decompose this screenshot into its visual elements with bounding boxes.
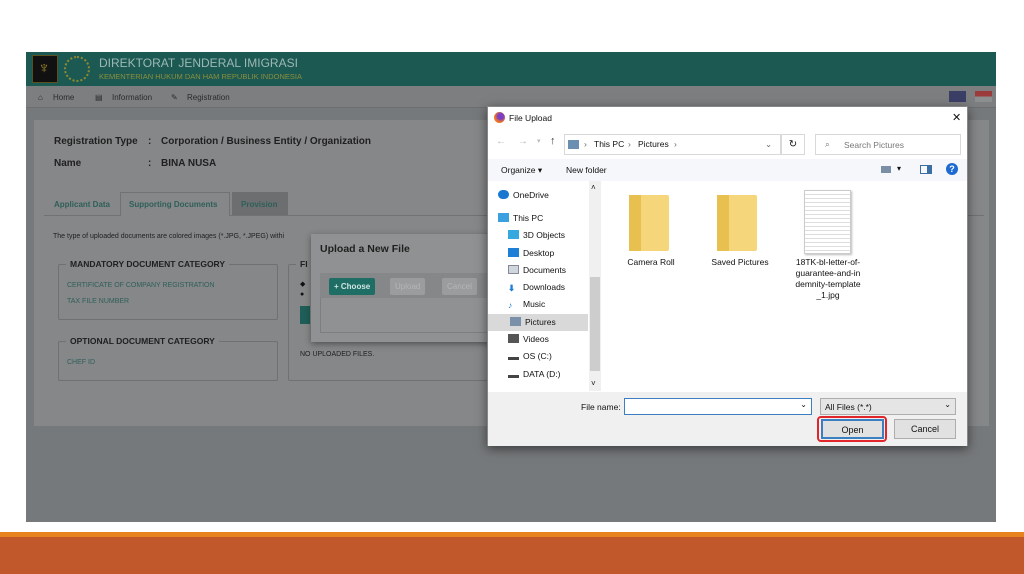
firefox-icon (494, 112, 505, 123)
chevron-down-icon[interactable]: ⌄ (800, 400, 807, 409)
recent-dropdown-icon[interactable]: ▾ (537, 137, 541, 145)
cloud-icon (498, 190, 509, 199)
folder-icon (717, 195, 757, 251)
name-label: Name (54, 158, 82, 169)
tab-applicant-data[interactable]: Applicant Data (54, 200, 110, 209)
open-button[interactable]: Open (821, 419, 884, 439)
address-bar[interactable]: › This PC › Pictures › ⌄ (564, 134, 781, 155)
file-name-label: File name: (581, 402, 621, 412)
name-value: BINA NUSA (161, 158, 217, 169)
refresh-icon[interactable]: ↻ (781, 134, 805, 155)
pictures-icon (510, 317, 521, 326)
nav-home[interactable]: Home (53, 93, 74, 102)
sidebar-item-this-pc[interactable]: This PC (498, 210, 596, 227)
video-icon (508, 334, 519, 343)
nav-registration[interactable]: Registration (187, 93, 230, 102)
no-files-text: NO UPLOADED FILES. (300, 351, 375, 358)
close-icon[interactable]: ✕ (952, 111, 961, 124)
music-icon: ♪ (508, 300, 513, 310)
upload-note: The type of uploaded documents are color… (53, 233, 285, 240)
breadcrumb-pictures[interactable]: Pictures (638, 139, 669, 149)
scroll-down-icon[interactable]: ˅ (591, 379, 596, 388)
view-icon[interactable] (881, 166, 891, 173)
up-icon[interactable]: ↑ (550, 135, 556, 147)
separator: : (148, 158, 152, 169)
immigration-logo: ♆ (32, 55, 58, 83)
organize-button[interactable]: Organize ▾ (501, 165, 542, 176)
file-item-folder[interactable] (706, 187, 772, 257)
desktop-icon (508, 248, 519, 257)
pictures-location-icon (568, 140, 579, 149)
file-item-label[interactable]: 18TK-bl-letter-of-guarantee-and-indemnit… (794, 257, 862, 301)
file-item-label[interactable]: Camera Roll (614, 257, 688, 267)
help-icon[interactable]: ? (946, 163, 958, 175)
doc-link[interactable]: CERTIFICATE OF COMPANY REGISTRATION (67, 282, 215, 289)
tab-provision[interactable]: Provision (241, 200, 277, 209)
back-icon[interactable]: ← (496, 136, 506, 147)
cancel-button[interactable]: Cancel (894, 419, 956, 439)
site-title: DIREKTORAT JENDERAL IMIGRASI (99, 56, 298, 70)
doc-link[interactable]: TAX FILE NUMBER (67, 298, 129, 305)
file-upload-dialog: File Upload ✕ ← → ▾ ↑ › This PC › Pictur… (487, 106, 968, 446)
nav-bar: ⌂ Home ▤ Information ✎ Registration (26, 86, 996, 108)
chevron-down-icon: ⌄ (944, 400, 951, 409)
forward-icon[interactable]: → (518, 136, 528, 147)
flag-id-icon[interactable] (975, 91, 992, 102)
pen-icon: ✎ (171, 93, 178, 102)
drive-icon (508, 351, 519, 360)
cube-icon (508, 230, 519, 239)
file-item-label[interactable]: Saved Pictures (702, 257, 778, 267)
add-file-button[interactable] (300, 306, 310, 324)
command-bar (488, 159, 967, 181)
file-name-input[interactable]: ⌄ (624, 398, 812, 415)
drive-icon (508, 369, 519, 378)
search-icon: ⌕ (825, 139, 830, 149)
upload-modal-title: Upload a New File (320, 243, 410, 255)
sidebar-scrollbar[interactable]: ˄ ˅ (589, 181, 601, 391)
search-placeholder: Search Pictures (844, 140, 904, 150)
breadcrumb-this-pc[interactable]: This PC (594, 139, 624, 149)
mandatory-title: MANDATORY DOCUMENT CATEGORY (66, 259, 230, 269)
download-icon: ⬇ (508, 283, 516, 293)
tag-icon: ◆ (300, 281, 306, 288)
upload-modal: Upload a New File + Choose Upload Cancel (311, 234, 491, 342)
document-icon (508, 265, 519, 274)
sidebar-item-onedrive[interactable]: OneDrive (498, 187, 596, 204)
home-icon: ⌂ (38, 93, 43, 102)
scroll-up-icon[interactable]: ˄ (591, 183, 596, 192)
file-item-folder[interactable] (618, 187, 684, 257)
folder-icon (629, 195, 669, 251)
optional-title: OPTIONAL DOCUMENT CATEGORY (66, 336, 219, 346)
upload-button[interactable]: Upload (390, 278, 426, 295)
mandatory-box (58, 264, 278, 320)
search-input[interactable]: ⌕ Search Pictures (815, 134, 961, 155)
choose-button[interactable]: + Choose (329, 278, 376, 295)
file-type-select[interactable]: All Files (*.*) ⌄ (820, 398, 956, 415)
chevron-down-icon[interactable]: ⌄ (765, 139, 772, 150)
image-thumbnail[interactable] (804, 190, 851, 254)
doc-link[interactable]: CHEF ID (67, 359, 95, 366)
book-icon: ▤ (95, 93, 103, 102)
files-title: FI (296, 259, 312, 269)
nav-information[interactable]: Information (112, 93, 152, 102)
sidebar-item-pictures[interactable]: Pictures (488, 314, 588, 331)
view-dropdown-icon[interactable]: ▾ (897, 164, 901, 173)
tab-supporting-documents[interactable]: Supporting Documents (129, 200, 217, 209)
info-icon: ● (300, 291, 305, 298)
registration-type-value: Corporation / Business Entity / Organiza… (161, 136, 372, 147)
new-folder-button[interactable]: New folder (566, 165, 607, 175)
registration-type-label: Registration Type (54, 136, 138, 147)
preview-pane-icon[interactable] (920, 165, 932, 174)
flag-uk-icon[interactable] (949, 91, 966, 102)
computer-icon (498, 213, 509, 222)
site-subtitle: KEMENTERIAN HUKUM DAN HAM REPUBLIK INDON… (99, 72, 302, 81)
scrollbar-thumb[interactable] (590, 277, 600, 371)
ministry-seal (64, 56, 90, 82)
separator: : (148, 136, 152, 147)
slide-footer-bar (0, 537, 1024, 574)
site-header: ♆ DIREKTORAT JENDERAL IMIGRASI KEMENTERI… (26, 52, 996, 86)
cancel-upload-button[interactable]: Cancel (442, 278, 477, 295)
dialog-title: File Upload (509, 113, 552, 123)
